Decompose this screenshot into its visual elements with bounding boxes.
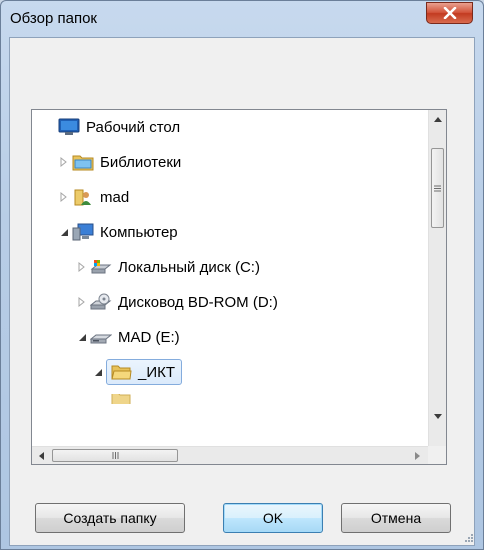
ok-button[interactable]: OK	[223, 503, 323, 533]
collapse-arrow-icon[interactable]	[92, 366, 104, 378]
tree-item-mad-e[interactable]: MAD (E:)	[76, 322, 180, 352]
tree-item-label: Рабочий стол	[86, 118, 181, 136]
grip-lines-icon	[434, 185, 441, 191]
collapse-arrow-icon[interactable]	[76, 331, 88, 343]
tree-item-label: Локальный диск (C:)	[118, 258, 260, 276]
collapse-arrow-icon[interactable]	[58, 226, 70, 238]
cancel-button[interactable]: Отмена	[341, 503, 451, 533]
computer-icon	[72, 222, 94, 242]
tree-item-label: _ИКТ	[138, 363, 176, 381]
grip-lines-icon	[112, 452, 118, 459]
tree-item-label: Библиотеки	[100, 153, 182, 171]
tree-item-mad[interactable]: mad	[58, 182, 129, 212]
scroll-right-button[interactable]	[408, 447, 426, 465]
user-folder-icon	[72, 187, 94, 207]
vertical-scroll-thumb[interactable]	[431, 148, 444, 228]
tree-item-ikt[interactable]: _ИКТ	[92, 357, 183, 387]
vertical-scrollbar[interactable]	[428, 110, 446, 446]
scroll-down-button[interactable]	[429, 407, 447, 425]
horizontal-scroll-thumb[interactable]	[52, 449, 178, 462]
tree-item-desktop[interactable]: Рабочий стол	[58, 112, 180, 142]
scroll-up-button[interactable]	[429, 110, 447, 128]
expand-arrow-icon[interactable]	[58, 156, 70, 168]
folder-tree-viewport: Рабочий стол Библиотеки mad Компьютер Ло…	[32, 110, 428, 446]
chevron-up-icon	[434, 116, 442, 122]
chevron-right-icon	[414, 452, 420, 460]
folder-icon	[110, 362, 132, 382]
tree-item-computer[interactable]: Компьютер	[58, 217, 178, 247]
tree-item-label: Компьютер	[100, 223, 178, 241]
expand-arrow-icon[interactable]	[76, 261, 88, 273]
bd-rom-drive-icon	[90, 292, 112, 312]
scroll-left-button[interactable]	[32, 447, 50, 465]
scrollbar-corner	[428, 446, 446, 464]
tree-item-partial-child[interactable]	[110, 394, 138, 404]
close-icon	[443, 7, 456, 19]
dialog-title: Обзор папок	[10, 10, 97, 27]
expand-arrow-icon[interactable]	[58, 191, 70, 203]
local-disk-icon	[90, 257, 112, 277]
chevron-down-icon	[434, 413, 442, 419]
desktop-icon	[58, 117, 80, 137]
libraries-icon	[72, 152, 94, 172]
tree-item-label: mad	[100, 188, 130, 206]
browse-folders-dialog: Обзор папок Рабочий стол Библиотеки mad …	[0, 0, 484, 550]
removable-drive-icon	[90, 327, 112, 347]
tree-item-label: MAD (E:)	[118, 328, 180, 346]
resize-grip-icon[interactable]	[463, 532, 473, 542]
tree-item-bd-rom-d[interactable]: Дисковод BD-ROM (D:)	[76, 287, 278, 317]
close-button[interactable]	[426, 2, 473, 24]
horizontal-scrollbar[interactable]	[32, 446, 428, 464]
chevron-left-icon	[38, 452, 44, 460]
expand-arrow-icon[interactable]	[76, 296, 88, 308]
selected-item-highlight: _ИКТ	[106, 359, 183, 385]
tree-item-libraries[interactable]: Библиотеки	[58, 147, 181, 177]
folder-icon	[110, 394, 132, 404]
tree-item-local-disk-c[interactable]: Локальный диск (C:)	[76, 252, 260, 282]
folder-tree[interactable]: Рабочий стол Библиотеки mad Компьютер Ло…	[31, 109, 447, 465]
new-folder-button[interactable]: Создать папку	[35, 503, 185, 533]
title-bar[interactable]: Обзор папок	[1, 1, 483, 31]
tree-item-label: Дисковод BD-ROM (D:)	[118, 293, 278, 311]
